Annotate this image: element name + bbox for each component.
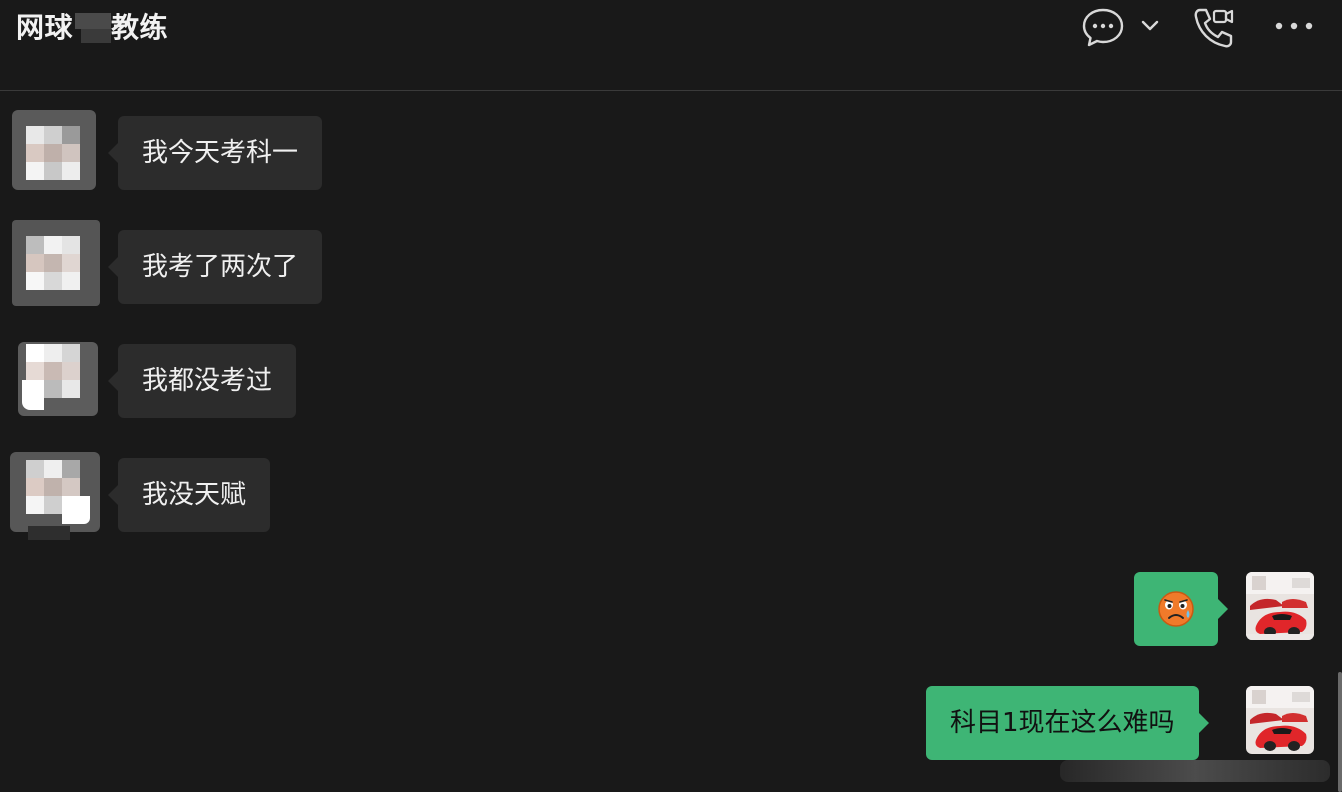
more-icon[interactable]	[1272, 12, 1316, 44]
message-bubble[interactable]: 我今天考科一	[107, 116, 323, 190]
chat-window: 网球 教练 我今天考科一 我考了两次了 我都没考过 我没天赋 科目1现在这么难吗	[0, 0, 1342, 792]
chat-header: 网球 教练	[0, 0, 1342, 91]
message-bubble[interactable]: 科目1现在这么难吗	[926, 686, 1209, 760]
crying-face-sticker	[1158, 591, 1194, 627]
blurred-watermark	[1060, 760, 1330, 782]
chat-title-suffix: 教练	[111, 11, 169, 44]
contact-avatar[interactable]	[8, 324, 98, 416]
redacted-title-segment	[73, 13, 112, 43]
my-avatar[interactable]	[1246, 572, 1314, 640]
video-call-icon[interactable]	[1190, 4, 1238, 56]
sticker-message-bubble[interactable]	[1134, 572, 1228, 646]
message-bubble[interactable]: 我没天赋	[107, 458, 271, 532]
contact-avatar[interactable]	[8, 216, 100, 306]
message-bubble[interactable]: 我考了两次了	[107, 230, 323, 304]
chevron-down-icon[interactable]	[1138, 14, 1162, 42]
contact-avatar[interactable]	[8, 108, 98, 198]
contact-avatar[interactable]	[8, 446, 100, 540]
message-bubble[interactable]: 我都没考过	[107, 344, 297, 418]
chat-title: 网球 教练	[16, 6, 168, 46]
scrollbar-thumb[interactable]	[1338, 672, 1342, 792]
my-avatar[interactable]	[1246, 686, 1314, 754]
chat-bubble-icon[interactable]	[1080, 4, 1126, 54]
chat-title-prefix: 网球	[16, 11, 74, 44]
